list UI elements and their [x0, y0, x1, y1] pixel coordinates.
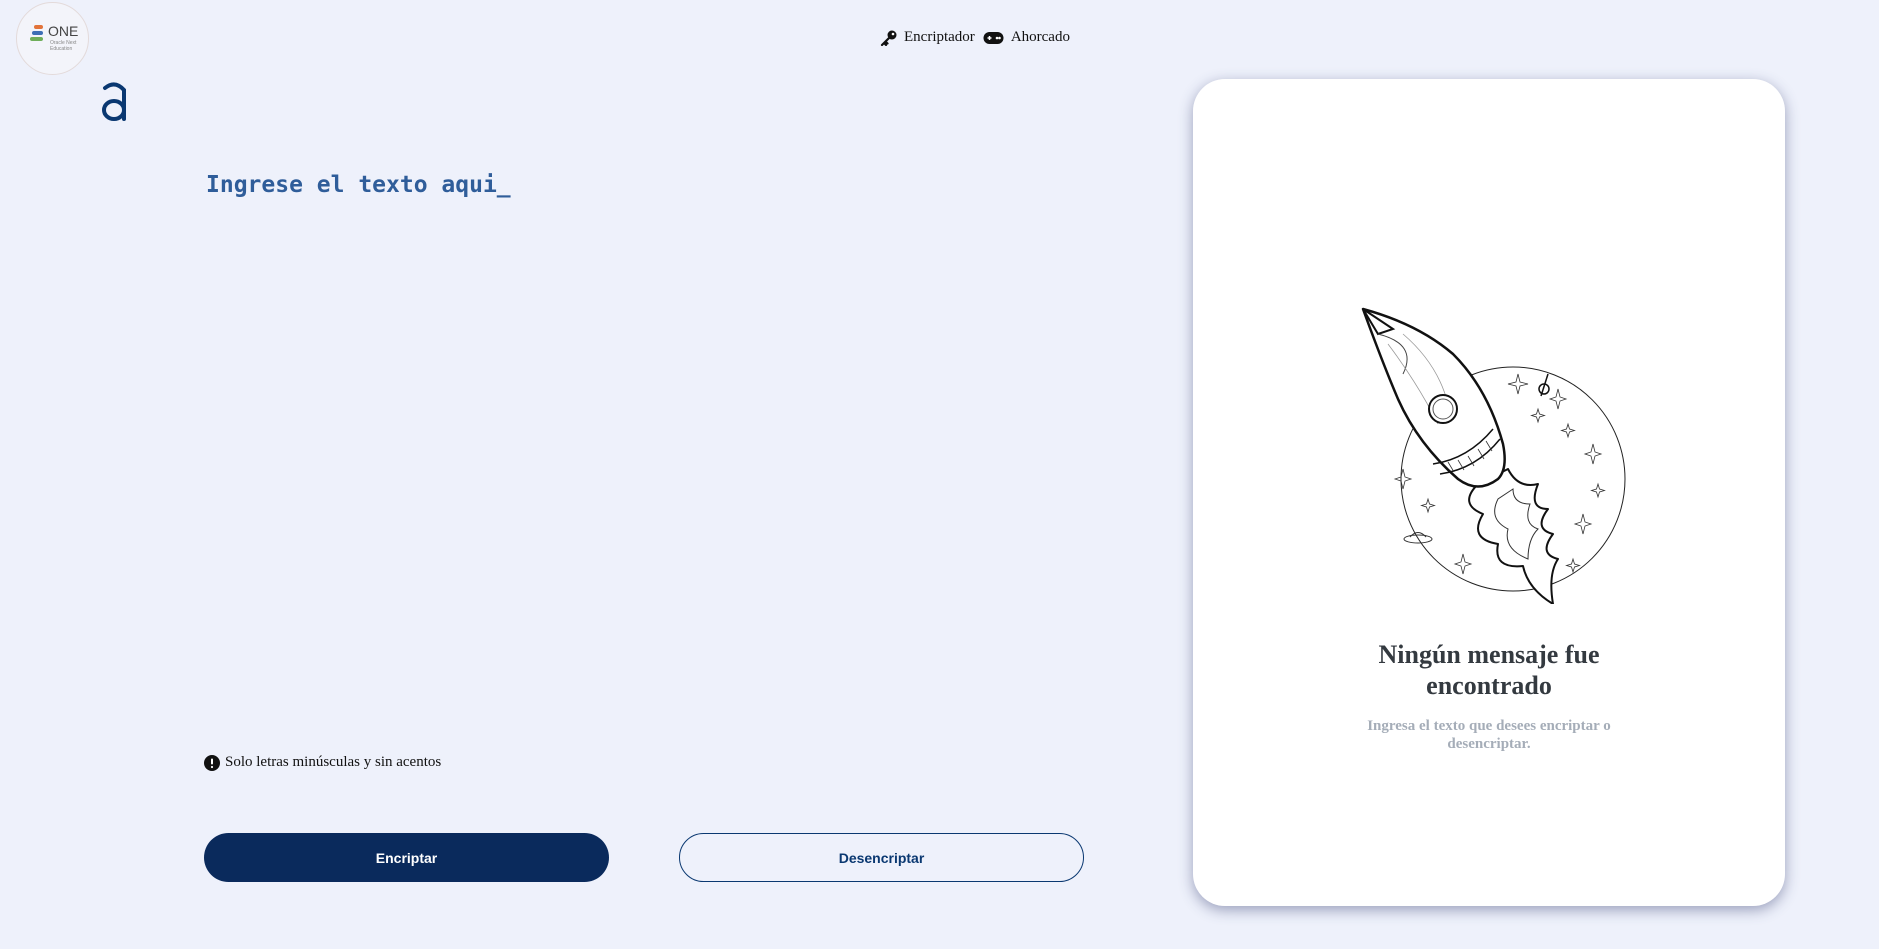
empty-state-subtitle: Ingresa el texto que desees encriptar o … — [1367, 718, 1611, 752]
one-logo-subtitle: Oracle Next Education — [50, 40, 77, 52]
input-hint-text: Solo letras minúsculas y sin acentos — [225, 754, 442, 770]
nav-ahorcado[interactable]: Ahorcado — [983, 29, 1070, 46]
encrypt-button[interactable]: Encriptar — [204, 833, 609, 882]
key-icon — [880, 30, 897, 46]
gamepad-icon — [983, 31, 1004, 44]
nav-encriptador-label: Encriptador — [904, 29, 975, 45]
empty-state-title-line2: encontrado — [1426, 671, 1552, 700]
one-logo: ONE Oracle Next Education — [16, 2, 89, 75]
output-panel: Ningún mensaje fue encontrado Ingresa el… — [1193, 79, 1785, 906]
nav-ahorcado-label: Ahorcado — [1010, 29, 1070, 45]
empty-state-title: Ningún mensaje fue encontrado — [1193, 639, 1785, 701]
one-logo-bars — [30, 25, 43, 43]
text-input[interactable] — [206, 172, 1076, 732]
nav-encriptador[interactable]: Encriptador — [880, 29, 975, 46]
input-hint: Solo letras minúsculas y sin acentos — [204, 754, 441, 771]
empty-state-title-line1: Ningún mensaje fue — [1378, 640, 1600, 669]
top-nav: Encriptador Ahorcado — [880, 29, 1078, 46]
decrypt-button[interactable]: Desencriptar — [679, 833, 1084, 882]
rocket-illustration — [1361, 307, 1626, 604]
one-logo-text: ONE — [48, 23, 79, 39]
alura-logo — [102, 82, 126, 121]
exclamation-circle-icon — [204, 754, 220, 771]
